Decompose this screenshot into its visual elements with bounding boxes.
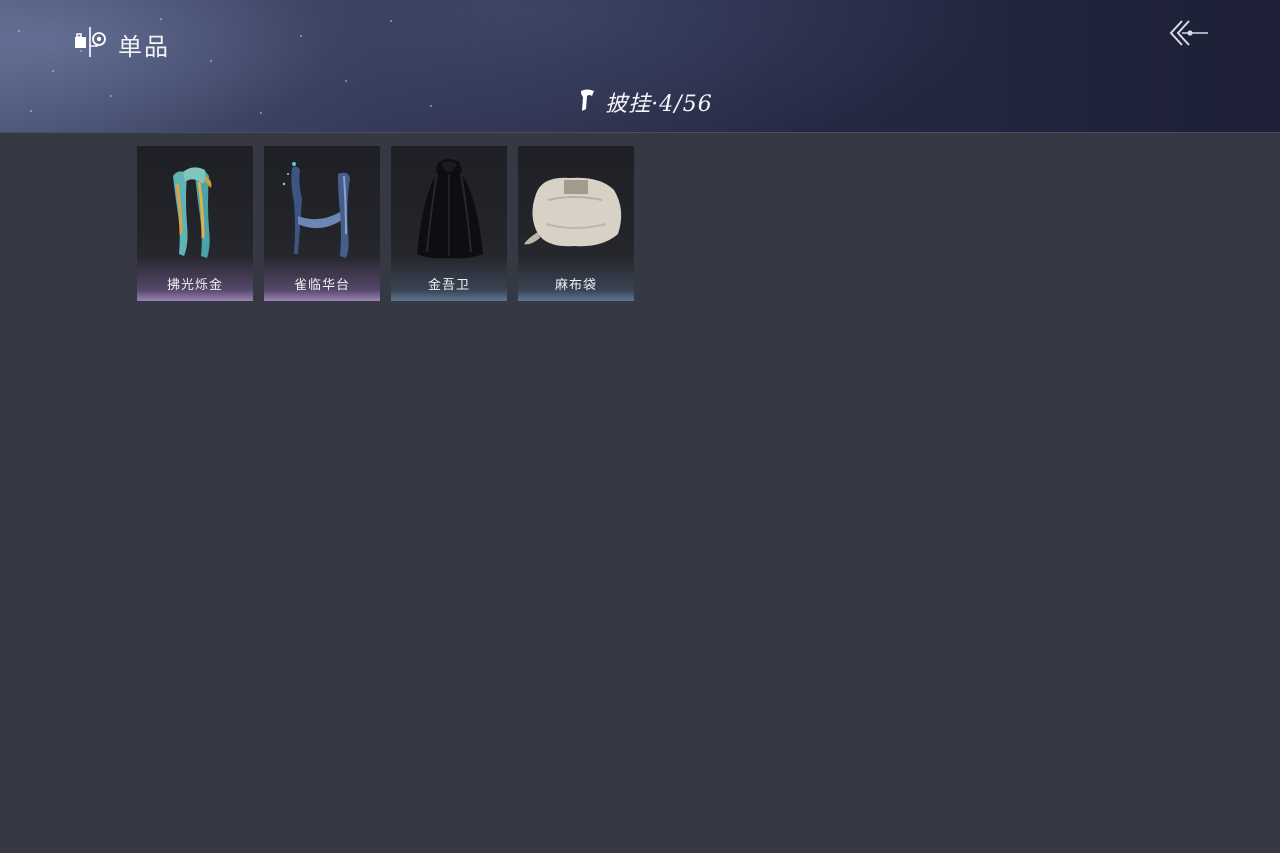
- ribbon-art: [282, 162, 350, 258]
- wardrobe-page: 单品 披挂·4/56 拂光烁金 雀临华台 金吾卫 麻布袋: [0, 0, 1280, 853]
- category-label: 披挂·4/56: [605, 92, 713, 117]
- wardrobe-icon: [74, 26, 108, 62]
- item-card[interactable]: 雀临华台: [264, 146, 380, 301]
- item-name: 金吾卫: [427, 278, 470, 293]
- scarf-art: [173, 167, 212, 258]
- page-title: 单品: [118, 32, 170, 61]
- back-arrow-icon: [1168, 18, 1210, 52]
- category-header: 披挂·4/56: [0, 86, 1280, 118]
- item-name: 麻布袋: [554, 278, 597, 293]
- item-card[interactable]: 金吾卫: [391, 146, 507, 301]
- cape-icon: [577, 88, 597, 116]
- back-button[interactable]: [1166, 18, 1212, 52]
- item-card[interactable]: 麻布袋: [518, 146, 634, 301]
- item-card[interactable]: 拂光烁金: [137, 146, 253, 301]
- item-name: 雀临华台: [293, 278, 350, 293]
- cloak-art: [417, 159, 483, 259]
- header-bar: 单品 披挂·4/56: [0, 0, 1280, 133]
- title-group: 单品: [74, 26, 170, 62]
- item-name: 拂光烁金: [166, 278, 223, 293]
- item-grid: 拂光烁金 雀临华台 金吾卫 麻布袋: [137, 146, 634, 301]
- sack-art: [524, 177, 622, 247]
